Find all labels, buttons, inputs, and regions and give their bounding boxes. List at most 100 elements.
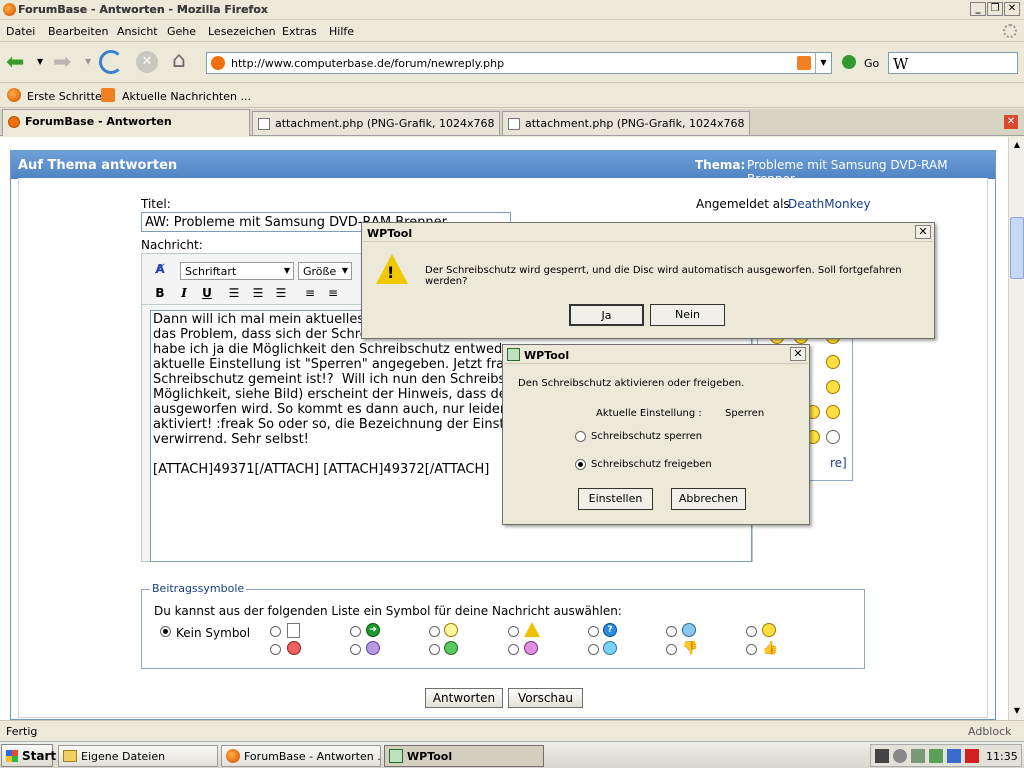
- smiley-icon[interactable]: [826, 405, 840, 419]
- apply-button[interactable]: Einstellen: [578, 488, 653, 510]
- smiley-icon[interactable]: [826, 355, 840, 369]
- cancel-button[interactable]: Abbrechen: [671, 488, 746, 510]
- minimize-button[interactable]: _: [970, 2, 986, 16]
- question-icon: ?: [603, 623, 617, 637]
- submit-reply-button[interactable]: Antworten: [425, 688, 503, 708]
- page-scrollbar[interactable]: ▲ ▼: [1008, 137, 1024, 720]
- start-label: Start: [22, 749, 57, 763]
- tray-app-icon[interactable]: [893, 749, 907, 763]
- smiley-icon[interactable]: [826, 380, 840, 394]
- lock-radio[interactable]: [575, 431, 586, 442]
- search-input[interactable]: W: [888, 52, 1018, 74]
- icon-radio[interactable]: [666, 626, 677, 637]
- taskbar-wptool[interactable]: WPTool: [384, 745, 544, 767]
- remove-format-icon[interactable]: A̸: [150, 260, 170, 278]
- menu-lesezeichen[interactable]: Lesezeichen: [208, 25, 276, 38]
- taskbar-eigene-dateien[interactable]: Eigene Dateien: [58, 745, 218, 767]
- icon-radio[interactable]: [746, 626, 757, 637]
- icon-radio[interactable]: [508, 644, 519, 655]
- stop-icon[interactable]: ✕: [136, 51, 158, 73]
- tray-app-icon[interactable]: [965, 749, 979, 763]
- reload-icon[interactable]: [99, 50, 123, 74]
- home-icon[interactable]: ⌂: [172, 50, 186, 72]
- italic-icon[interactable]: I: [174, 284, 194, 302]
- smile-icon: [762, 623, 776, 637]
- bookmark-aktuelle-nachrichten[interactable]: Aktuelle Nachrichten ...: [122, 90, 251, 103]
- menu-ansicht[interactable]: Ansicht: [117, 25, 158, 38]
- icon-radio[interactable]: [270, 626, 281, 637]
- scroll-down-icon[interactable]: ▼: [1010, 703, 1024, 719]
- tab-label: attachment.php (PNG-Grafik, 1024x768 Pi.…: [275, 117, 500, 130]
- icon-radio[interactable]: [746, 644, 757, 655]
- icon-radio[interactable]: [429, 626, 440, 637]
- post-icons-legend: Beitragssymbole: [150, 582, 247, 595]
- taskbar-firefox[interactable]: ForumBase - Antworten ...: [221, 745, 381, 767]
- bookmark-erste-schritte[interactable]: Erste Schritte: [27, 90, 102, 103]
- ordered-list-icon[interactable]: ≡: [300, 284, 320, 302]
- kein-symbol-radio[interactable]: [160, 626, 171, 637]
- adblock-label[interactable]: Adblock: [968, 725, 1012, 738]
- url-dropdown-icon[interactable]: ▼: [815, 53, 831, 73]
- start-button[interactable]: Start: [1, 744, 57, 767]
- bold-icon[interactable]: B: [150, 284, 170, 302]
- go-icon[interactable]: [842, 55, 856, 69]
- lightbulb-icon: [444, 623, 458, 637]
- close-tab-icon[interactable]: ✕: [1004, 115, 1018, 129]
- icon-radio[interactable]: [666, 644, 677, 655]
- icon-radio[interactable]: [588, 626, 599, 637]
- rss-icon[interactable]: [797, 56, 811, 70]
- window-title: ForumBase - Antworten - Mozilla Firefox: [18, 3, 268, 16]
- tray-app-icon[interactable]: [929, 749, 943, 763]
- forward-dropdown-icon[interactable]: ▼: [85, 57, 91, 66]
- no-button[interactable]: Nein: [650, 304, 725, 326]
- tray-app-icon[interactable]: [911, 749, 925, 763]
- icon-radio[interactable]: [588, 644, 599, 655]
- tray-app-icon[interactable]: [947, 749, 961, 763]
- close-icon[interactable]: ✕: [790, 347, 806, 361]
- icon-radio[interactable]: [508, 626, 519, 637]
- underline-icon[interactable]: U: [197, 284, 217, 302]
- back-icon[interactable]: ⬅: [6, 52, 24, 74]
- icon-radio[interactable]: [350, 626, 361, 637]
- scroll-up-icon[interactable]: ▲: [1010, 137, 1024, 153]
- menu-datei[interactable]: Datei: [6, 25, 35, 38]
- wptool-dialog-title: WPTool: [524, 349, 570, 362]
- clock: 11:35: [986, 750, 1018, 763]
- tab-attachment-1[interactable]: attachment.php (PNG-Grafik, 1024x768 Pi.…: [252, 111, 500, 135]
- url-bar[interactable]: http://www.computerbase.de/forum/newrepl…: [206, 52, 832, 74]
- menu-bearbeiten[interactable]: Bearbeiten: [48, 25, 108, 38]
- align-left-icon[interactable]: ☰: [224, 284, 244, 302]
- icon-radio[interactable]: [350, 644, 361, 655]
- tab-attachment-2[interactable]: attachment.php (PNG-Grafik, 1024x768 Pi.…: [502, 111, 750, 135]
- username-link[interactable]: DeathMonkey: [788, 197, 871, 211]
- throbber-icon: [1003, 24, 1017, 38]
- search-engine-label[interactable]: W: [893, 55, 908, 73]
- icon-radio[interactable]: [429, 644, 440, 655]
- yes-button[interactable]: Ja: [569, 304, 644, 326]
- menu-gehe[interactable]: Gehe: [167, 25, 196, 38]
- align-right-icon[interactable]: ☰: [271, 284, 291, 302]
- tray-app-icon[interactable]: [875, 749, 889, 763]
- menu-hilfe[interactable]: Hilfe: [329, 25, 354, 38]
- menu-extras[interactable]: Extras: [282, 25, 317, 38]
- release-radio[interactable]: [575, 459, 586, 470]
- more-smilies-link[interactable]: re]: [830, 456, 847, 470]
- preview-button[interactable]: Vorschau: [508, 688, 583, 708]
- go-label[interactable]: Go: [864, 57, 879, 70]
- close-button[interactable]: ✕: [1004, 2, 1020, 16]
- align-center-icon[interactable]: ☰: [248, 284, 268, 302]
- forward-icon[interactable]: ➡: [53, 52, 71, 74]
- system-tray: 11:35: [870, 744, 1022, 767]
- unordered-list-icon[interactable]: ≡: [323, 284, 343, 302]
- cool-smiley-icon: [682, 623, 696, 637]
- maximize-button[interactable]: ❐: [987, 2, 1003, 16]
- smiley-icon[interactable]: [826, 430, 840, 444]
- icon-radio[interactable]: [270, 644, 281, 655]
- windows-logo-icon: [6, 750, 18, 762]
- scroll-thumb[interactable]: [1010, 217, 1024, 279]
- close-icon[interactable]: ✕: [915, 225, 931, 239]
- size-select[interactable]: Größe ▼: [298, 262, 352, 280]
- font-select[interactable]: Schriftart ▼: [180, 262, 294, 280]
- tab-forumbase[interactable]: ForumBase - Antworten: [2, 109, 250, 136]
- back-dropdown-icon[interactable]: ▼: [37, 57, 43, 66]
